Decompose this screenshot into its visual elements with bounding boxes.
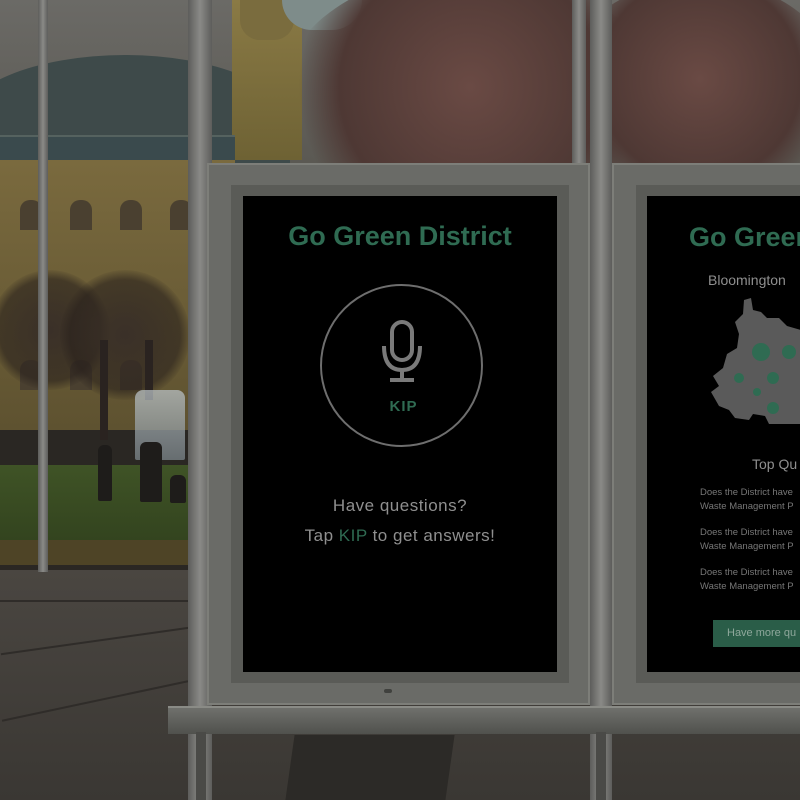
bench-leg bbox=[596, 732, 606, 800]
right-poster-title: Go Green bbox=[689, 222, 800, 252]
tap-kip-highlight[interactable]: KIP bbox=[339, 526, 368, 545]
right-poster-screen: Go Green Bloomington Top Qu Does the Dis… bbox=[647, 196, 800, 672]
question-line: Does the District have bbox=[700, 567, 793, 578]
question-line: Waste Management P bbox=[700, 581, 794, 592]
kip-label: KIP bbox=[389, 398, 418, 415]
shelter-pole bbox=[590, 0, 612, 800]
flower-bed bbox=[0, 540, 190, 565]
tree-trunk bbox=[100, 340, 108, 440]
paved-path bbox=[285, 735, 455, 800]
person bbox=[170, 475, 186, 503]
question-line: Does the District have bbox=[700, 487, 793, 498]
kip-voice-button[interactable]: KIP bbox=[320, 284, 483, 447]
question-line: Waste Management P bbox=[700, 501, 794, 512]
question-line: Does the District have bbox=[700, 527, 793, 538]
building-window bbox=[120, 200, 142, 230]
questions-prompt: Have questions? bbox=[332, 496, 468, 515]
building-window bbox=[70, 200, 92, 230]
bench-leg bbox=[196, 732, 206, 800]
microphone-icon bbox=[382, 320, 422, 382]
question-item[interactable]: Does the District have Waste Management … bbox=[700, 566, 794, 594]
shelter-bench bbox=[168, 706, 800, 734]
question-item[interactable]: Does the District have Waste Management … bbox=[700, 486, 794, 514]
pavement-line bbox=[0, 600, 190, 602]
person bbox=[98, 445, 112, 501]
shelter-pole bbox=[572, 0, 586, 170]
frame-lock bbox=[384, 689, 392, 693]
tree-canopy bbox=[60, 270, 190, 400]
poster-title: Go Green District bbox=[288, 221, 512, 251]
have-more-questions-button[interactable]: Have more qu bbox=[713, 620, 800, 647]
bus-shelter-scene: Go Green District Have questions? Tap KI… bbox=[0, 0, 800, 800]
top-questions-heading: Top Qu bbox=[752, 456, 798, 472]
person bbox=[140, 442, 162, 502]
right-poster-subtitle: Bloomington bbox=[708, 272, 786, 288]
tap-kip-prefix: Tap bbox=[304, 526, 339, 545]
question-item[interactable]: Does the District have Waste Management … bbox=[700, 526, 794, 554]
tap-kip-suffix: to get answers! bbox=[367, 526, 496, 545]
question-line: Waste Management P bbox=[700, 541, 794, 552]
district-map-icon bbox=[711, 298, 800, 424]
background-pole bbox=[38, 0, 48, 572]
tap-kip-prompt: Tap KIP to get answers! bbox=[243, 526, 557, 546]
